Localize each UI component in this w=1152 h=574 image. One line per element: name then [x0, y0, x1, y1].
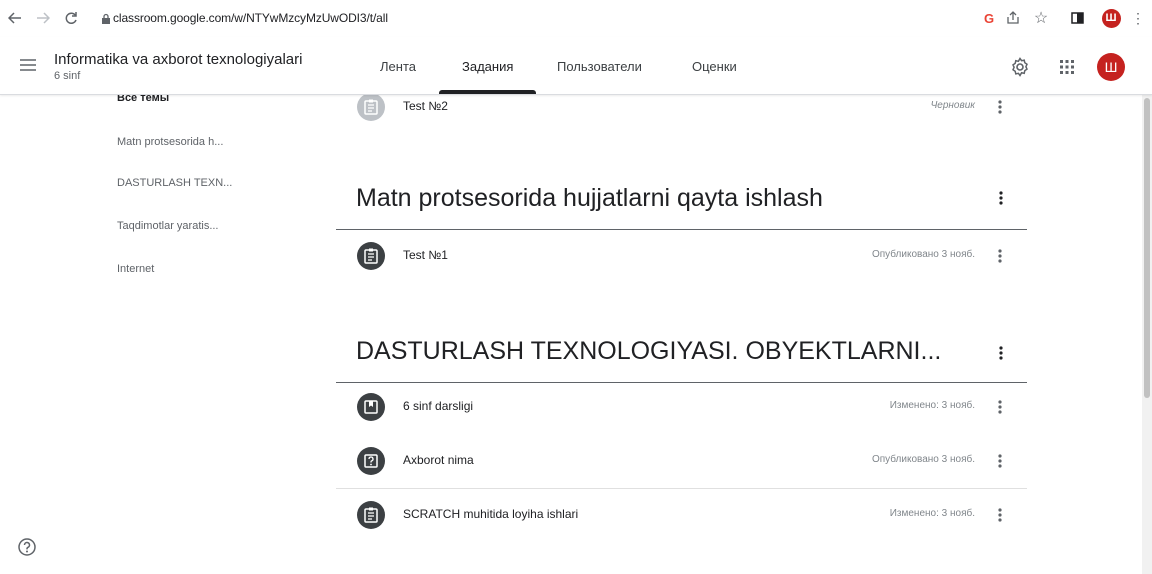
browser-profile-icon[interactable]: Ш — [1101, 8, 1121, 28]
topic-internet[interactable]: Internet — [117, 263, 154, 275]
section-divider — [336, 382, 1027, 383]
tab-grades[interactable]: Оценки — [692, 37, 737, 95]
apps-grid-icon[interactable] — [1056, 56, 1078, 78]
item-status: Изменено: 3 нояб. — [889, 400, 975, 411]
more-options-icon[interactable] — [991, 452, 1009, 470]
tab-stream[interactable]: Лента — [380, 37, 416, 95]
assignment-icon — [357, 501, 385, 529]
topic-dasturlash[interactable]: DASTURLASH TEXN... — [117, 177, 232, 189]
item-title: Axborot nima — [403, 453, 474, 467]
more-options-icon[interactable] — [991, 506, 1009, 524]
item-divider — [336, 488, 1027, 489]
back-icon[interactable] — [6, 9, 24, 27]
list-item[interactable]: SCRATCH muhitida loyiha ishlari Изменено… — [336, 494, 1027, 542]
list-item[interactable]: Test №1 Опубликовано 3 нояб. — [336, 235, 1027, 283]
question-icon — [357, 447, 385, 475]
course-subtitle: 6 sinf — [54, 70, 81, 82]
tab-people[interactable]: Пользователи — [557, 37, 642, 95]
browser-toolbar: classroom.google.com/w/NTYwMzcyMzUwODI3/… — [0, 0, 1152, 37]
topic-matn[interactable]: Matn protsesorida h... — [117, 136, 223, 148]
scrollbar-thumb[interactable] — [1144, 98, 1150, 398]
account-avatar[interactable]: Ш — [1097, 53, 1125, 81]
list-item[interactable]: 6 sinf darsligi Изменено: 3 нояб. — [336, 386, 1027, 434]
section-title[interactable]: DASTURLASH TEXNOLOGIYASI. OBYEKTLARNI... — [356, 337, 941, 366]
main-menu-icon[interactable] — [20, 58, 36, 76]
item-title: SCRATCH muhitida loyiha ishlari — [403, 507, 579, 521]
item-title: Test №2 — [403, 99, 448, 113]
item-title: Test №1 — [403, 248, 448, 262]
section-more-icon[interactable] — [992, 344, 1010, 362]
section-title[interactable]: Matn protsesorida hujjatlarni qayta ishl… — [356, 184, 823, 213]
active-tab-indicator — [439, 90, 536, 94]
more-options-icon[interactable] — [991, 247, 1009, 265]
section-more-icon[interactable] — [992, 189, 1010, 207]
address-bar[interactable]: classroom.google.com/w/NTYwMzcyMzUwODI3/… — [95, 6, 945, 30]
item-status: Черновик — [930, 100, 975, 111]
url-text: classroom.google.com/w/NTYwMzcyMzUwODI3/… — [113, 11, 388, 25]
item-title: 6 sinf darsligi — [403, 399, 474, 413]
share-icon[interactable] — [1003, 8, 1023, 28]
tab-classwork[interactable]: Задания — [462, 37, 513, 95]
assignment-icon — [357, 242, 385, 270]
more-options-icon[interactable] — [991, 398, 1009, 416]
assignment-icon — [357, 93, 385, 121]
google-icon[interactable]: G — [979, 8, 999, 28]
reload-icon[interactable] — [62, 9, 80, 27]
more-options-icon[interactable] — [991, 98, 1009, 116]
app-header: Informatika va axborot texnologiyalari 6… — [0, 37, 1152, 95]
list-item[interactable]: Axborot nima Опубликовано 3 нояб. — [336, 440, 1027, 488]
item-status: Изменено: 3 нояб. — [889, 508, 975, 519]
item-status: Опубликовано 3 нояб. — [871, 249, 975, 260]
item-status: Опубликовано 3 нояб. — [871, 454, 975, 465]
forward-icon[interactable] — [34, 9, 52, 27]
bookmark-star-icon[interactable]: ☆ — [1031, 8, 1051, 28]
side-panel-icon[interactable] — [1067, 8, 1087, 28]
help-icon[interactable] — [17, 537, 37, 562]
course-title[interactable]: Informatika va axborot texnologiyalari — [54, 51, 302, 68]
section-divider — [336, 229, 1027, 230]
lock-icon — [101, 12, 111, 30]
settings-gear-icon[interactable] — [1009, 56, 1031, 78]
topic-taqdimotlar[interactable]: Taqdimotlar yaratis... — [117, 220, 218, 232]
material-icon — [357, 393, 385, 421]
browser-menu-icon[interactable]: ⋮ — [1131, 8, 1145, 28]
